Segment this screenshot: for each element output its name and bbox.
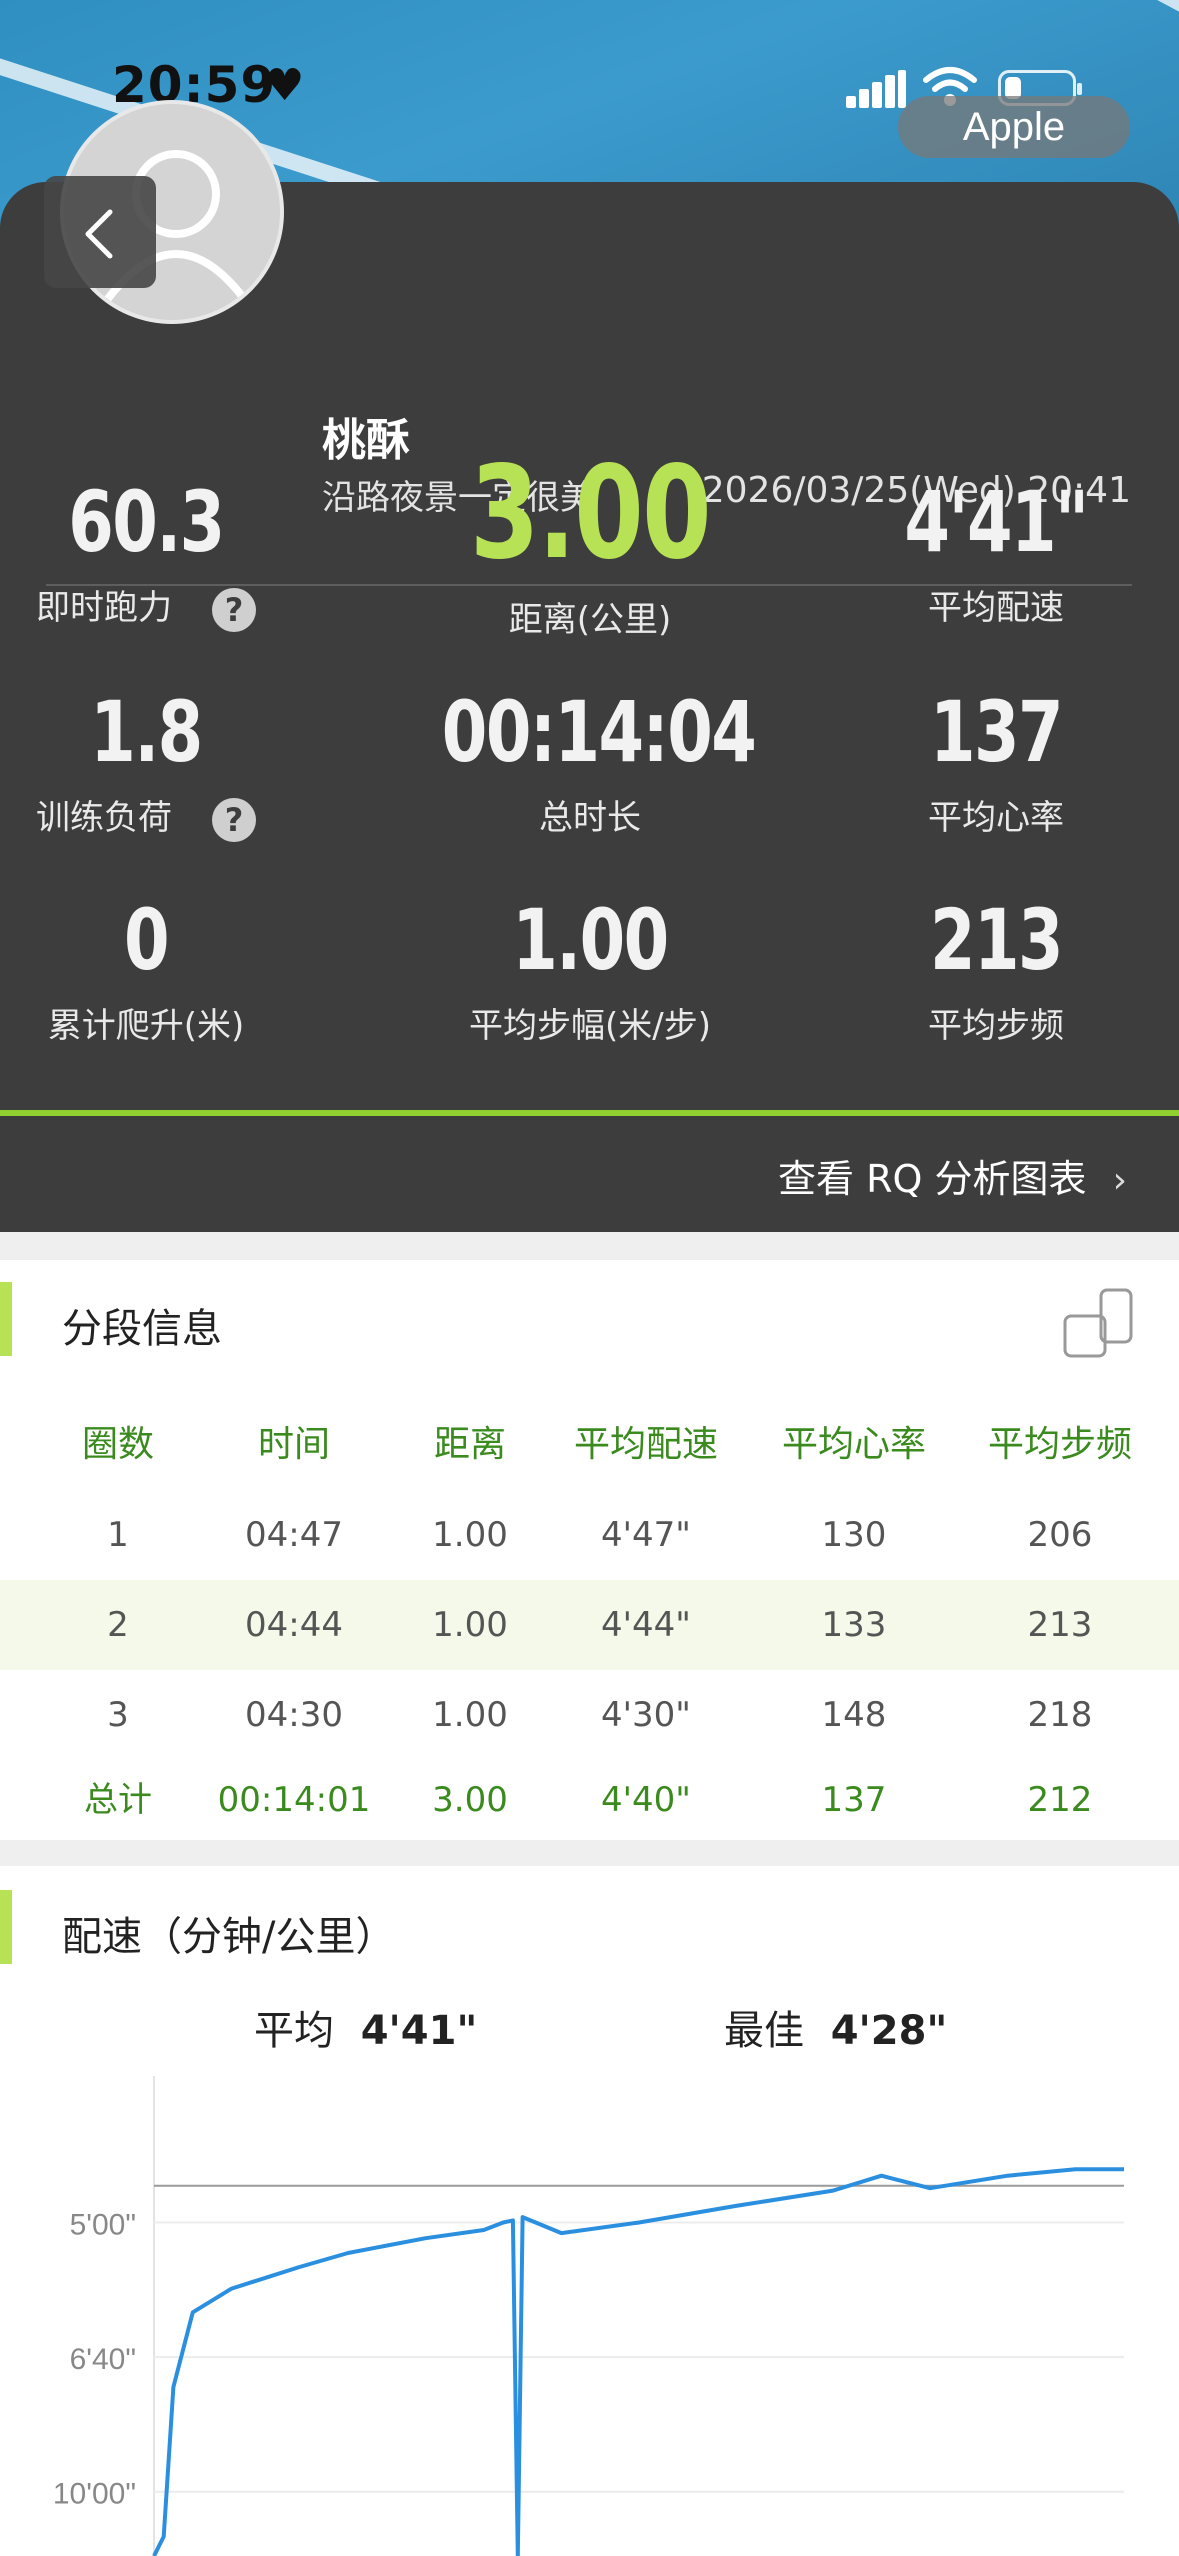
column-header: 时间: [257, 1424, 330, 1465]
stat-label: 累计爬升(米): [47, 1006, 245, 1046]
cell: 137: [821, 1780, 887, 1820]
cell: 130: [821, 1515, 887, 1555]
pace-section: 配速（分钟/公里） 平均 4'41" 最佳 4'28" 5'00" 6'40" 10…: [0, 1866, 1179, 2556]
stat-value: 0: [123, 891, 170, 989]
stat-training-load: 1.8 训练负荷?: [0, 682, 336, 842]
column-header: 距离: [433, 1424, 506, 1465]
rotate-screen-icon[interactable]: [1061, 1286, 1135, 1360]
stat-value: 3.00: [469, 439, 712, 588]
pace-average-label: 平均: [254, 2008, 334, 2054]
cell: 206: [1027, 1515, 1093, 1555]
stat-cadence: 213 平均步频: [806, 890, 1179, 1047]
user-name: 桃酥: [322, 415, 410, 466]
chevron-right-icon: ›: [1112, 1160, 1127, 1201]
accent-line: [0, 1110, 1179, 1116]
summary-card: 桃酥 沿路夜景一定很美 2026/03/25(Wed) 20:41 60.3 即…: [0, 182, 1179, 1232]
pace-best-value: 4'28": [830, 2008, 948, 2054]
cellular-signal-icon: [846, 70, 906, 108]
cell: 1.00: [432, 1515, 508, 1555]
cell: 148: [821, 1695, 887, 1735]
cell: 1: [107, 1515, 129, 1555]
table-total-row: 总计 00:14:01 3.00 4'40" 137 212: [0, 1760, 1179, 1840]
pace-best-label: 最佳: [724, 2008, 804, 2054]
back-button[interactable]: [44, 176, 156, 288]
help-icon[interactable]: ?: [212, 587, 256, 632]
carrier-pill: Apple: [898, 96, 1130, 158]
cell: 1.00: [432, 1605, 508, 1645]
heart-icon: ♥: [265, 60, 305, 111]
pace-average: 平均 4'41": [254, 1998, 477, 2056]
stat-value: 213: [929, 891, 1064, 989]
stat-stride: 1.00 平均步幅(米/步): [400, 890, 780, 1047]
stat-label: 平均配速: [928, 588, 1064, 628]
cell: 总计: [84, 1780, 152, 1820]
cell: 133: [821, 1605, 887, 1645]
section-title: 分段信息: [62, 1306, 222, 1352]
cell: 4'40": [601, 1780, 691, 1820]
column-header: 平均步频: [987, 1424, 1132, 1465]
cell: 4'30": [601, 1695, 691, 1735]
cell: 218: [1027, 1695, 1093, 1735]
section-accent: [0, 1890, 12, 1964]
cell: 213: [1027, 1605, 1093, 1645]
stat-value: 1.8: [90, 683, 203, 781]
column-header: 平均心率: [781, 1424, 926, 1465]
cell: 1.00: [432, 1695, 508, 1735]
section-title: 配速（分钟/公里）: [62, 1914, 396, 1960]
pace-best: 最佳 4'28": [724, 1998, 947, 2056]
cell: 04:47: [245, 1515, 343, 1555]
cell: 4'47": [601, 1515, 691, 1555]
stat-elevation: 0 累计爬升(米): [0, 890, 336, 1047]
cell: 04:30: [245, 1695, 343, 1735]
stat-distance: 3.00 距离(公里): [400, 444, 780, 641]
stat-label: 距离(公里): [508, 600, 672, 640]
stat-value: 1.00: [512, 891, 669, 989]
y-tick-label: 5'00": [70, 2209, 136, 2242]
table-header: 圈数 时间 距离 平均配速 平均心率 平均步频: [0, 1400, 1179, 1490]
cell: 3.00: [432, 1780, 508, 1820]
y-tick-label: 10'00": [53, 2478, 136, 2511]
splits-section: 分段信息 圈数 时间 距离 平均配速 平均心率 平均步频 1 04:47 1.0…: [0, 1260, 1179, 1840]
table-row: 2 04:44 1.00 4'44" 133 213: [0, 1580, 1179, 1670]
help-icon[interactable]: ?: [212, 797, 256, 842]
stat-label: 即时跑力: [36, 588, 172, 628]
cell: 04:44: [245, 1605, 343, 1645]
stat-value: 00:14:04: [441, 683, 757, 781]
stat-label: 总时长: [539, 798, 641, 838]
column-header: 平均配速: [573, 1424, 718, 1465]
chevron-left-icon: [85, 209, 113, 259]
cell: 4'44": [601, 1605, 691, 1645]
y-tick-label: 6'40": [70, 2343, 136, 2376]
cell: 3: [107, 1695, 129, 1735]
pace-average-value: 4'41": [360, 2008, 478, 2054]
table-row: 3 04:30 1.00 4'30" 148 218: [0, 1670, 1179, 1760]
stat-label: 平均步幅(米/步): [469, 1006, 711, 1046]
section-accent: [0, 1282, 12, 1356]
rq-link-label: 查看 RQ 分析图表: [778, 1157, 1087, 1201]
stat-duration: 00:14:04 总时长: [400, 682, 780, 839]
cell: 2: [107, 1605, 129, 1645]
stat-vdot: 60.3 即时跑力?: [0, 472, 336, 632]
stat-avg-hr: 137 平均心率: [806, 682, 1179, 839]
pace-chart[interactable]: 5'00"6'40"10'00"20'00": [0, 2076, 1179, 2556]
stat-label: 平均步频: [928, 1006, 1064, 1046]
stat-label: 平均心率: [928, 798, 1064, 838]
stat-value: 60.3: [68, 473, 225, 571]
cell: 00:14:01: [217, 1780, 371, 1820]
stat-value: 4'41": [904, 473, 1089, 571]
rq-analysis-link[interactable]: 查看 RQ 分析图表 ›: [778, 1148, 1127, 1203]
stat-label: 训练负荷: [36, 798, 172, 838]
stat-avg-pace: 4'41" 平均配速: [806, 472, 1179, 629]
column-header: 圈数: [81, 1424, 154, 1465]
pace-series-line: [152, 2167, 1124, 2556]
stat-value: 137: [929, 683, 1064, 781]
table-row: 1 04:47 1.00 4'47" 130 206: [0, 1490, 1179, 1580]
cell: 212: [1027, 1780, 1093, 1820]
splits-table: 圈数 时间 距离 平均配速 平均心率 平均步频 1 04:47 1.00 4'4…: [0, 1400, 1179, 1840]
